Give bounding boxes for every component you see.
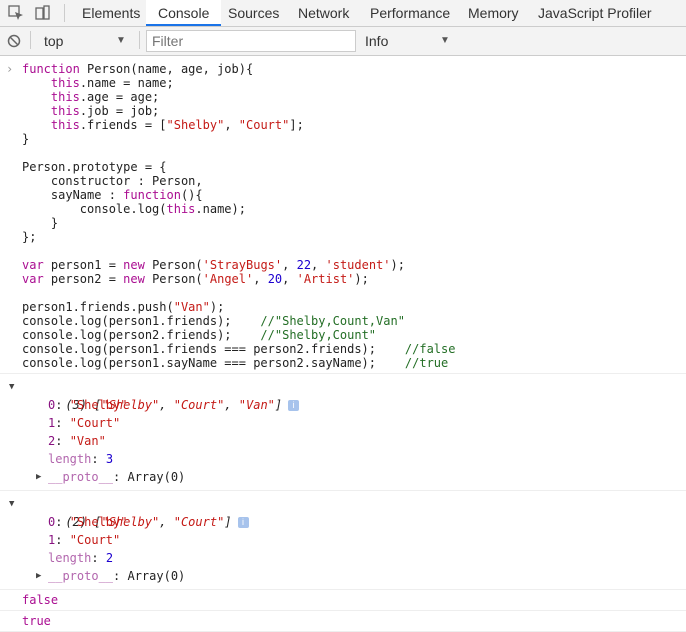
tab-network[interactable]: Network xyxy=(286,0,361,26)
code-line: sayName : function(){ xyxy=(50,188,203,202)
code-line: var person1 = new Person('StrayBugs', 22… xyxy=(22,258,405,272)
clear-console-icon[interactable] xyxy=(7,34,21,48)
code-line: this.name = name; xyxy=(50,76,174,90)
console-output-array: ▼ (3) ["Shelby", "Court", "Van"] i 0: "She… xyxy=(0,374,686,491)
code-line: constructor : Person, xyxy=(50,174,203,188)
dropdown-triangle-icon: ▼ xyxy=(440,35,450,46)
array-entry: 1: "Court" xyxy=(48,416,121,430)
array-proto[interactable]: ▶ __proto__: Array(0) xyxy=(0,468,686,486)
array-length: length: 3 xyxy=(48,452,114,466)
toolbar-divider xyxy=(64,4,65,22)
console-output-false: false xyxy=(0,590,686,611)
code-line: this.age = age; xyxy=(50,90,160,104)
array-summary[interactable]: ▼ (3) ["Shelby", "Court", "Van"] i xyxy=(0,378,686,412)
tab-javascript-profiler[interactable]: JavaScript Profiler xyxy=(526,0,664,26)
code-line: console.log(person1.friends); //"Shelby,… xyxy=(22,314,405,328)
console-toolbar: top ▼ Info ▼ xyxy=(0,27,686,56)
expand-triangle-right-icon[interactable]: ▶ xyxy=(36,468,41,486)
code-line: this.friends = ["Shelby", "Court"]; xyxy=(50,118,304,132)
expand-triangle-down-icon[interactable]: ▼ xyxy=(9,378,14,396)
context-selector[interactable]: top ▼ xyxy=(32,31,132,51)
inspect-element-icon[interactable] xyxy=(8,5,24,21)
toolbar-divider xyxy=(30,31,31,49)
console-messages: › function Person(name, age, job){ this.n… xyxy=(0,56,686,632)
console-input-entry: › function Person(name, age, job){ this.n… xyxy=(0,56,686,374)
tab-performance[interactable]: Performance xyxy=(358,0,462,26)
code-line: console.log(person2.friends); //"Shelby,… xyxy=(22,328,377,342)
log-levels-value: Info xyxy=(365,33,389,49)
prompt-chevron-icon: › xyxy=(6,62,14,76)
array-entry: 0: "Shelby" xyxy=(48,515,128,529)
devtools-tab-bar: Elements Console Sources Network Perform… xyxy=(0,0,686,27)
code-line: }; xyxy=(22,230,37,244)
tab-elements[interactable]: Elements xyxy=(70,0,152,26)
code-line: console.log(person1.sayName === person2.… xyxy=(22,356,449,370)
device-toolbar-icon[interactable] xyxy=(34,5,50,21)
code-line: } xyxy=(22,132,30,146)
tab-memory[interactable]: Memory xyxy=(456,0,531,26)
toolbar-divider xyxy=(139,31,140,49)
code-line: var person2 = new Person('Angel', 20, 'A… xyxy=(22,272,369,286)
log-levels-selector[interactable]: Info ▼ xyxy=(365,31,455,51)
expand-triangle-down-icon[interactable]: ▼ xyxy=(9,495,14,513)
code-line: person1.friends.push("Van"); xyxy=(22,300,225,314)
code-line: } xyxy=(50,216,59,230)
context-selector-value: top xyxy=(44,33,64,49)
code-line: function Person(name, age, job){ xyxy=(22,62,254,76)
array-entry: 2: "Van" xyxy=(48,434,106,448)
console-output-array: ▼ (2) ["Shelby", "Court"] i 0: "Shelby" 1:… xyxy=(0,491,686,590)
expand-triangle-right-icon[interactable]: ▶ xyxy=(36,567,41,585)
filter-input[interactable] xyxy=(146,30,356,52)
array-length: length: 2 xyxy=(48,551,114,565)
dropdown-triangle-icon: ▼ xyxy=(116,35,126,46)
code-line: Person.prototype = { xyxy=(22,160,167,174)
code-line: this.job = job; xyxy=(50,104,160,118)
tab-console[interactable]: Console xyxy=(146,0,222,26)
array-proto[interactable]: ▶ __proto__: Array(0) xyxy=(0,567,686,585)
array-summary[interactable]: ▼ (2) ["Shelby", "Court"] i xyxy=(0,495,686,529)
code-line: console.log(this.name); xyxy=(79,202,246,216)
console-output-true: true xyxy=(0,611,686,632)
array-entry: 1: "Court" xyxy=(48,533,121,547)
code-line: console.log(person1.friends === person2.… xyxy=(22,342,456,356)
tab-sources[interactable]: Sources xyxy=(216,0,291,26)
array-entry: 0: "Shelby" xyxy=(48,398,128,412)
